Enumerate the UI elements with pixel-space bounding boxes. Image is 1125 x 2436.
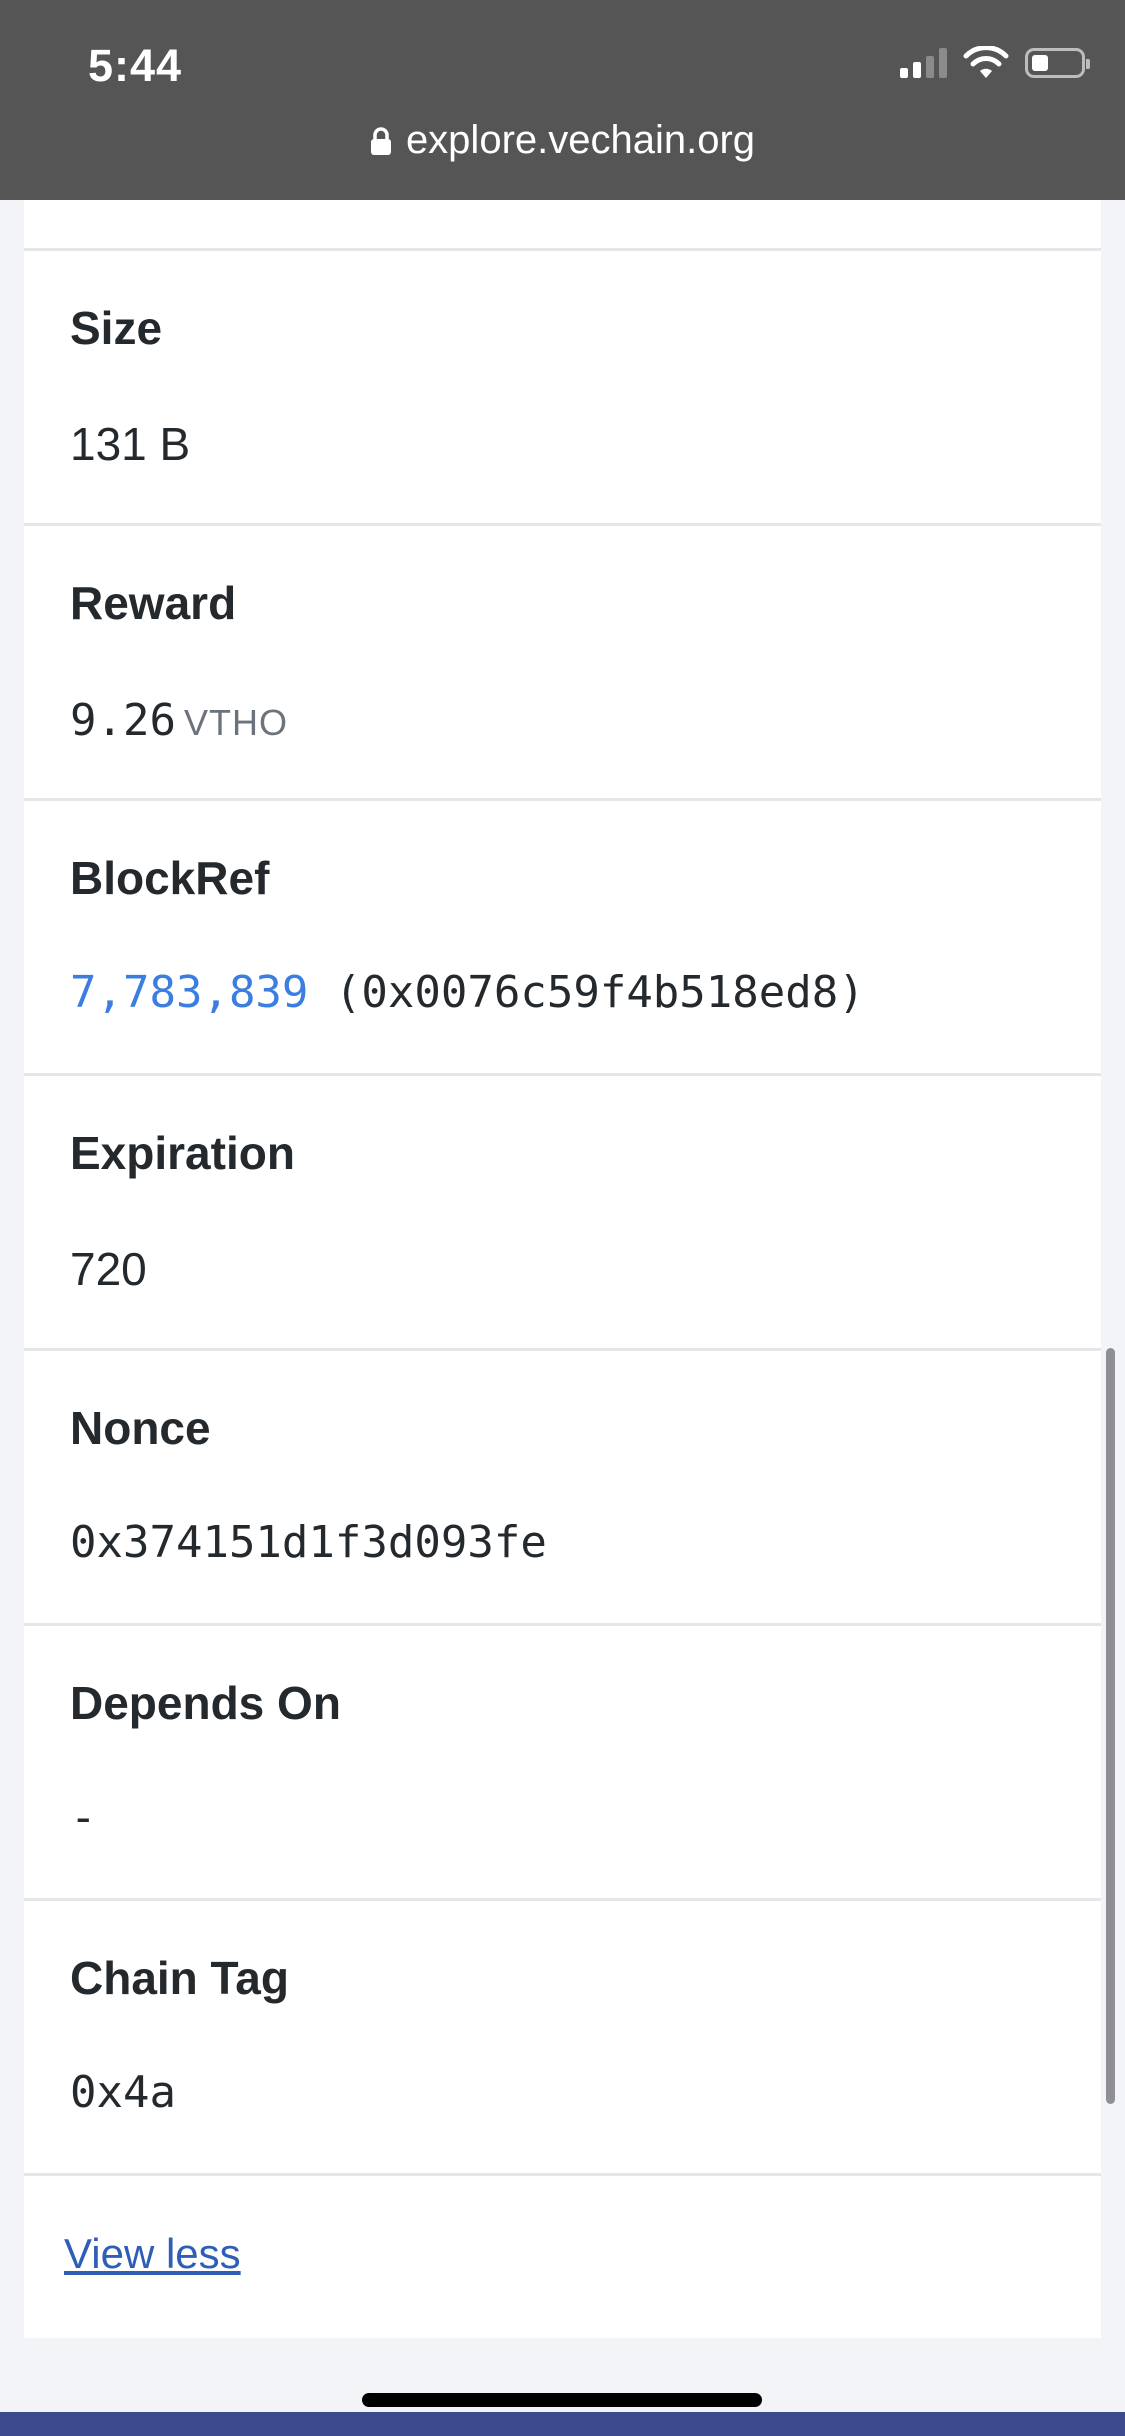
block-number-link[interactable]: 7,783,839: [70, 967, 308, 1018]
detail-label: Reward: [70, 577, 237, 629]
detail-row-nonce: Nonce 0x374151d1f3d093fe: [24, 1348, 1101, 1623]
signal-icon: [900, 48, 947, 78]
transaction-details-card: Size 131 B Reward 9.26 VTHO BlockRef 7,78…: [24, 200, 1101, 2338]
detail-row-blockref: BlockRef 7,783,839 (0x0076c59f4b518ed8): [24, 798, 1101, 1073]
detail-value: 131 B: [70, 418, 191, 470]
status-time: 5:44: [88, 40, 183, 91]
view-less-link[interactable]: View less: [64, 2230, 241, 2278]
browser-top-bar: 5:44 explore.vechain.org: [0, 0, 1125, 200]
detail-row-reward: Reward 9.26 VTHO: [24, 523, 1101, 798]
detail-label: Chain Tag: [70, 1952, 289, 2004]
detail-value: 0x374151d1f3d093fe: [70, 1517, 547, 1568]
detail-label: Depends On: [70, 1677, 341, 1729]
address-bar[interactable]: explore.vechain.org: [0, 118, 1125, 163]
wifi-icon: [963, 46, 1009, 78]
detail-label: BlockRef: [70, 852, 270, 904]
bottom-band: [0, 2412, 1125, 2436]
card-footer: View less: [24, 2173, 1101, 2336]
detail-value: 720: [70, 1243, 147, 1295]
detail-row-chain-tag: Chain Tag 0x4a: [24, 1898, 1101, 2173]
lock-icon: [370, 126, 391, 155]
battery-icon: [1025, 48, 1090, 78]
detail-label: Expiration: [70, 1127, 295, 1179]
reward-amount: 9.26: [70, 695, 176, 746]
status-icons: [900, 46, 1090, 80]
url-text: explore.vechain.org: [405, 118, 756, 162]
detail-label: Size: [70, 302, 163, 354]
detail-row-depends-on: Depends On -: [24, 1623, 1101, 1898]
blockref-hex: (0x0076c59f4b518ed8): [334, 967, 865, 1018]
detail-value: 9.26 VTHO: [70, 692, 288, 746]
detail-row-size: Size 131 B: [24, 248, 1101, 523]
detail-row-expiration: Expiration 720: [24, 1073, 1101, 1348]
detail-value: -: [70, 1792, 97, 1843]
scrollbar[interactable]: [1106, 1348, 1115, 2104]
home-indicator[interactable]: [362, 2393, 762, 2407]
detail-value: 7,783,839 (0x0076c59f4b518ed8): [70, 967, 865, 1018]
detail-value: 0x4a: [70, 2067, 176, 2118]
reward-unit: VTHO: [183, 702, 288, 743]
detail-label: Nonce: [70, 1402, 211, 1454]
